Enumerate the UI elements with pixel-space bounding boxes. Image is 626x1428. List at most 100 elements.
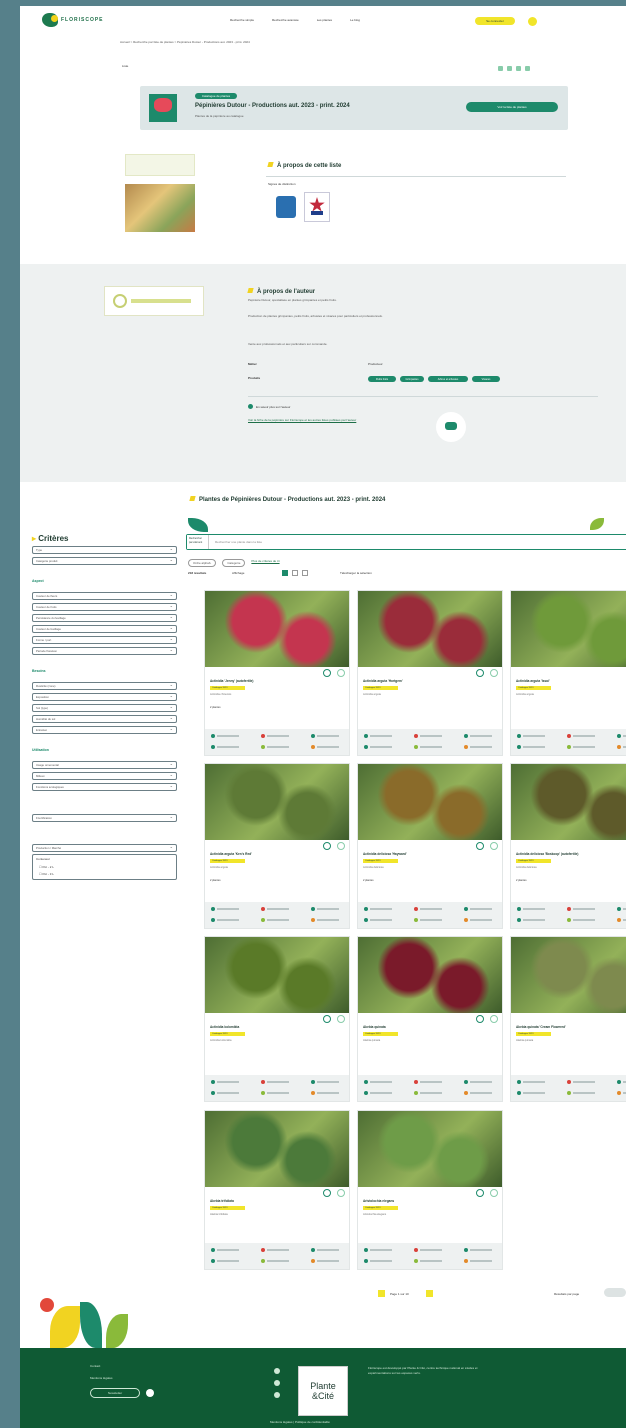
twitter-icon[interactable] [274, 1380, 280, 1386]
prev-page-icon[interactable] [378, 1290, 385, 1297]
plant-card[interactable]: Actinidia deliciosa 'Boskoop' (autoferti… [510, 763, 626, 929]
plant-name[interactable]: Actinidia deliciosa 'Boskoop' (autoferti… [516, 852, 578, 856]
user-icon[interactable] [528, 17, 537, 26]
plant-name[interactable]: Actinidia arguta 'Hortgem' [363, 679, 403, 683]
plant-name[interactable]: Actinidia kolomikta [210, 1025, 239, 1029]
favorite-icon[interactable] [323, 669, 331, 677]
product-tag[interactable]: Arbres et arbustes [428, 376, 468, 382]
sort-alpha-toggle[interactable]: Ordre alphab. [188, 559, 217, 567]
search-scope-select[interactable]: Rechercher par élément [187, 535, 209, 549]
plant-name[interactable]: Actinidia arguta 'Issai' [516, 679, 550, 683]
breadcrumb[interactable]: Accueil > Recherche par liste de plantes… [120, 40, 250, 44]
nav-item-blog[interactable]: Le blog [350, 18, 360, 22]
plant-photo[interactable] [358, 764, 502, 840]
plant-photo[interactable] [358, 1111, 502, 1187]
compare-icon[interactable] [337, 842, 345, 850]
search-input[interactable]: Rechercher une plante dans la liste [215, 540, 262, 544]
filter-type[interactable]: Type [32, 546, 177, 554]
plant-card[interactable]: Akebia quinata Catalogue 2023 Akebia quina… [357, 936, 503, 1102]
container-option[interactable]: ☐ Pot - 3 L [39, 872, 54, 876]
plant-name[interactable]: Akebia trifoliata [210, 1199, 234, 1203]
favorite-icon[interactable] [476, 1015, 484, 1023]
filter-ecological[interactable]: Fonctions écologiques [32, 783, 177, 791]
plant-photo[interactable] [205, 937, 349, 1013]
plant-photo[interactable] [205, 764, 349, 840]
plant-photo[interactable] [511, 591, 626, 667]
list-view-icon[interactable] [292, 570, 298, 576]
filter-foliage-persistence[interactable]: Persistance du feuillage [32, 614, 177, 622]
filter-production[interactable]: Production / Marché [32, 844, 177, 852]
filter-fruiting[interactable]: Fructification [32, 814, 177, 822]
more-sort-link[interactable]: Plus de critères de tri [251, 559, 279, 567]
compare-icon[interactable] [490, 1189, 498, 1197]
filter-ornamental-use[interactable]: Usage ornemental [32, 761, 177, 769]
favorite-icon[interactable] [323, 1189, 331, 1197]
view-list-button[interactable]: Voir la liste de plantes [466, 102, 558, 112]
plant-card[interactable]: Actinidia arguta 'Hortgem' Catalogue 2023… [357, 590, 503, 756]
plant-photo[interactable] [205, 591, 349, 667]
filter-shape[interactable]: Forme / port [32, 636, 177, 644]
nav-item-advanced[interactable]: Recherche avancée [272, 18, 299, 22]
favorite-icon[interactable] [476, 842, 484, 850]
footer-link-legal[interactable]: Mentions légales [90, 1376, 113, 1380]
filter-humidity[interactable]: Humidité du sol [32, 715, 177, 723]
author-links[interactable]: Voir la fiche de la pépinière sur Floris… [248, 418, 398, 423]
filter-category[interactable]: Catégorie produit [32, 557, 177, 565]
per-page-select[interactable] [604, 1288, 626, 1297]
newsletter-arrow-icon[interactable] [146, 1389, 154, 1397]
plant-photo[interactable] [511, 937, 626, 1013]
compare-icon[interactable] [490, 669, 498, 677]
product-tag[interactable]: Vivaces [472, 376, 500, 382]
plant-name[interactable]: Actinidia 'Jenny' (autofertile) [210, 679, 254, 683]
print-icon[interactable] [498, 66, 503, 71]
newsletter-button[interactable]: Newsletter [90, 1388, 140, 1398]
filter-maintenance[interactable]: Entretien [32, 726, 177, 734]
filter-flower-color[interactable]: Couleur de fleurs [32, 592, 177, 600]
facebook-icon[interactable] [274, 1368, 280, 1374]
table-view-icon[interactable] [302, 570, 308, 576]
product-tag[interactable]: Petits fruits [368, 376, 396, 382]
download-icon[interactable] [507, 66, 512, 71]
footer-link-contact[interactable]: Contact [90, 1364, 100, 1368]
sort-category-toggle[interactable]: Catégorie [222, 559, 246, 567]
plant-photo[interactable] [511, 764, 626, 840]
plant-name[interactable]: Akebia quinata [363, 1025, 386, 1029]
plant-photo[interactable] [358, 937, 502, 1013]
favorite-icon[interactable] [323, 842, 331, 850]
favorite-icon[interactable] [323, 1015, 331, 1023]
favorite-icon[interactable] [476, 669, 484, 677]
plant-card[interactable]: Actinidia kolomikta Catalogue 2023 Actinid… [204, 936, 350, 1102]
container-option[interactable]: ☐ Pot - 2 L [39, 865, 54, 869]
product-tag[interactable]: Grimpantes [400, 376, 424, 382]
download-selection-link[interactable]: Télécharger la sélection [340, 571, 372, 575]
plant-name[interactable]: Actinidia deliciosa 'Hayward' [363, 852, 407, 856]
plante-cite-logo[interactable]: Plante &Cité [298, 1366, 348, 1416]
compare-icon[interactable] [490, 842, 498, 850]
share-icon[interactable] [516, 66, 521, 71]
plant-name[interactable]: Actinidia arguta 'Ken's Red' [210, 852, 252, 856]
filter-bloom-period[interactable]: Période floraison [32, 647, 177, 655]
favorite-icon[interactable] [476, 1189, 484, 1197]
filter-foliage-color[interactable]: Couleur de feuillage [32, 625, 177, 633]
compare-icon[interactable] [337, 1015, 345, 1023]
login-button[interactable]: Se connecter [475, 17, 515, 25]
plant-photo[interactable] [205, 1111, 349, 1187]
filter-habitat[interactable]: Milieux [32, 772, 177, 780]
plant-card[interactable]: Akebia trifoliata Catalogue 2023 Akebia tr… [204, 1110, 350, 1270]
plant-card[interactable]: Actinidia arguta 'Ken's Red' Catalogue 20… [204, 763, 350, 929]
plant-card[interactable]: Akebia quinata 'Cream Flowered' Catalogue… [510, 936, 626, 1102]
plant-card[interactable]: Actinidia 'Jenny' (autofertile) Catalogue… [204, 590, 350, 756]
grid-view-icon[interactable] [282, 570, 288, 576]
author-note[interactable]: En savoir plus sur l'auteur [256, 405, 290, 409]
compare-icon[interactable] [337, 669, 345, 677]
filter-exposure[interactable]: Exposition [32, 693, 177, 701]
compare-icon[interactable] [337, 1189, 345, 1197]
nav-item-plants[interactable]: Les plantes [317, 18, 332, 22]
plant-card[interactable]: Actinidia deliciosa 'Hayward' Catalogue 2… [357, 763, 503, 929]
plant-card[interactable]: Actinidia arguta 'Issai' Catalogue 2023 Ac… [510, 590, 626, 756]
next-page-icon[interactable] [426, 1290, 433, 1297]
mail-icon[interactable] [525, 66, 530, 71]
plant-card[interactable]: Aristolochia elegans Catalogue 2023 Aristo… [357, 1110, 503, 1270]
filter-fruit-color[interactable]: Couleur de fruits [32, 603, 177, 611]
nav-item-simple[interactable]: Recherche simple [230, 18, 254, 22]
